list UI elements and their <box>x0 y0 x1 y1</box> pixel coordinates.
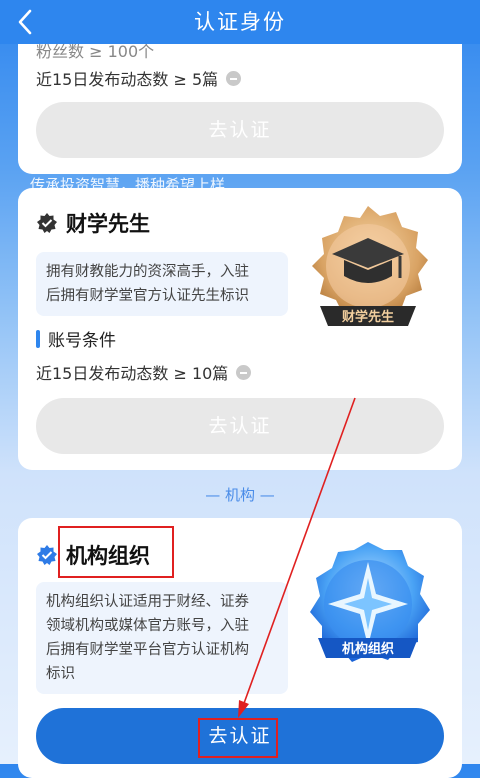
section-bar <box>36 329 40 348</box>
description-box: 机构组织认证适用于财经、证券 领域机构或媒体官方账号，入驻 后拥有财学堂平台官方… <box>36 582 288 694</box>
minus-circle-icon <box>226 70 242 86</box>
page-title: 认证身份 <box>194 10 286 34</box>
card-basic-certification: 粉丝数 ≥ 100个 近15日发布动态数 ≥ 5篇 去认证 <box>18 26 462 174</box>
section-divider-institution: — 机构 — <box>205 486 275 504</box>
badge-label: 财学先生 <box>342 309 394 325</box>
annotation-box-title <box>58 526 174 578</box>
certify-button-disabled[interactable]: 去认证 <box>36 102 444 158</box>
description-box: 拥有财教能力的资深高手，入驻 后拥有财学堂官方认证先生标识 <box>36 252 288 316</box>
certify-button-disabled[interactable]: 去认证 <box>36 398 444 454</box>
header-bar: 认证身份 <box>0 0 480 44</box>
minus-circle-icon <box>236 364 252 380</box>
condition-row: 近15日发布动态数 ≥ 10篇 <box>36 360 252 384</box>
section-label: 账号条件 <box>36 326 116 351</box>
verified-badge-blue-icon <box>37 545 57 565</box>
condition-row: 近15日发布动态数 ≥ 5篇 <box>36 66 242 90</box>
institution-badge-icon: 机构组织 <box>310 542 430 662</box>
verified-badge-icon <box>37 213 57 233</box>
card-title: 财学先生 <box>66 212 150 236</box>
condition-text: 近15日发布动态数 ≥ 10篇 <box>36 364 229 383</box>
annotation-box-button <box>198 718 278 758</box>
card-title-row: 财学先生 <box>36 208 150 238</box>
condition-text: 近15日发布动态数 ≥ 5篇 <box>36 70 219 89</box>
caixue-xiansheng-badge-icon: 财学先生 <box>312 206 428 326</box>
badge-label: 机构组织 <box>342 641 394 657</box>
card-caixue-xiansheng: 财学先生 拥有财教能力的资深高手，入驻 后拥有财学堂官方认证先生标识 账号条件 … <box>18 188 462 470</box>
